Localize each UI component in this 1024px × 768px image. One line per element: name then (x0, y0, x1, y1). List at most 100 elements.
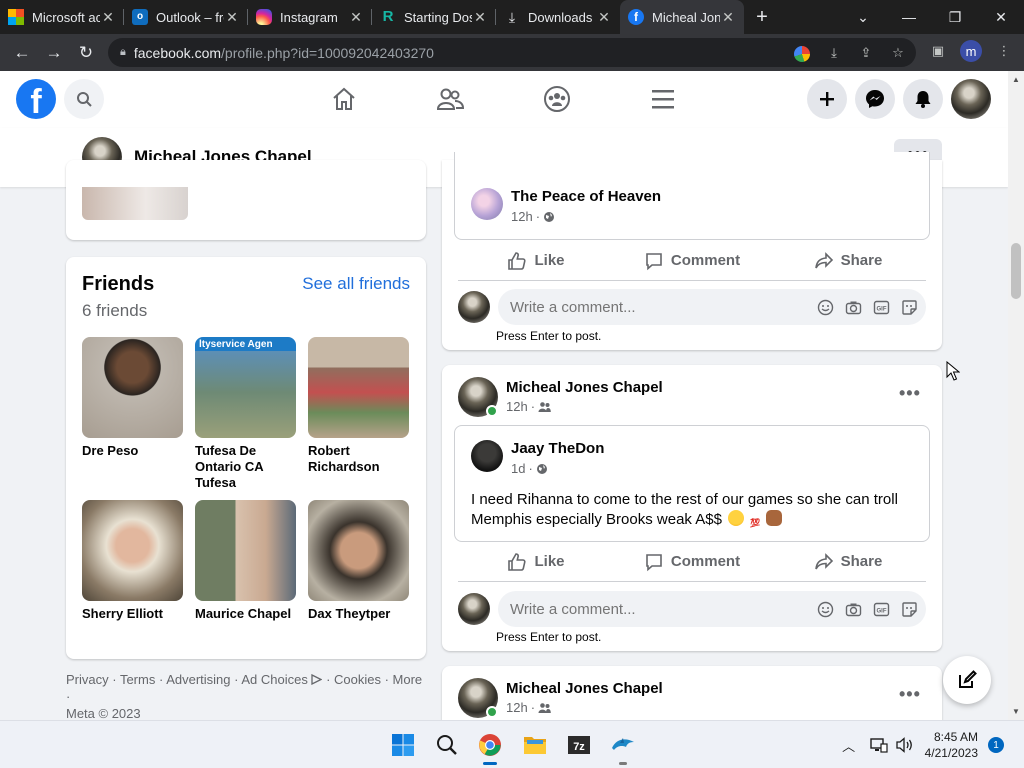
friend-name[interactable]: Sherry Elliott (82, 606, 183, 622)
shared-author-name[interactable]: Jaay TheDon (511, 440, 604, 457)
close-tab-icon[interactable]: ✕ (596, 9, 612, 26)
comment-button[interactable]: Comment (614, 542, 770, 581)
notification-badge[interactable]: 1 (988, 737, 1004, 753)
close-tab-icon[interactable]: ✕ (224, 9, 240, 26)
shared-author-name[interactable]: The Peace of Heaven (511, 188, 661, 205)
forward-icon[interactable]: → (38, 37, 70, 69)
google-lens-icon[interactable] (792, 43, 812, 63)
friend-name[interactable]: Maurice Chapel (195, 606, 296, 622)
taskbar-search-button[interactable] (431, 729, 463, 761)
close-tab-icon[interactable]: ✕ (348, 9, 364, 26)
scroll-down-arrow-icon[interactable]: ▼ (1012, 707, 1020, 716)
back-icon[interactable]: ← (6, 37, 38, 69)
close-tab-icon[interactable]: ✕ (720, 9, 736, 26)
footer-link-cookies[interactable]: Cookies (334, 672, 381, 687)
post-author-name[interactable]: Micheal Jones Chapel (506, 680, 663, 697)
start-button[interactable] (387, 729, 419, 761)
create-button[interactable] (807, 79, 847, 119)
browser-profile-avatar[interactable]: m (960, 40, 982, 62)
side-panel-icon[interactable]: ▣ (928, 41, 948, 61)
volume-icon[interactable] (893, 729, 917, 761)
post-options-button[interactable]: ••• (899, 383, 921, 404)
shared-author-avatar[interactable] (471, 188, 503, 220)
new-message-button[interactable] (943, 656, 991, 704)
shared-post-box[interactable]: Jaay TheDon 1d · I need Rihanna to come … (454, 425, 930, 542)
messenger-button[interactable] (855, 79, 895, 119)
address-bar[interactable]: 🔒︎ facebook.com/profile.php?id=100092042… (108, 38, 916, 67)
friend-photo[interactable] (308, 337, 409, 438)
like-button[interactable]: Like (458, 241, 614, 280)
camera-icon[interactable] (844, 298, 862, 316)
post-author-name[interactable]: Micheal Jones Chapel (506, 379, 663, 396)
notifications-button[interactable] (903, 79, 943, 119)
install-app-icon[interactable]: ⤓ (824, 43, 844, 63)
footer-link-advertising[interactable]: Advertising (166, 672, 230, 687)
share-button[interactable]: Share (770, 542, 926, 581)
shared-post-time[interactable]: 1d (511, 461, 525, 476)
facebook-logo[interactable]: f (16, 79, 56, 119)
camera-icon[interactable] (844, 600, 862, 618)
gif-icon[interactable]: GIF (872, 600, 890, 618)
comment-button[interactable]: Comment (614, 241, 770, 280)
nav-friends[interactable] (434, 83, 466, 115)
close-tab-icon[interactable]: ✕ (472, 9, 488, 26)
shared-author-avatar[interactable] (471, 440, 503, 472)
post-options-button[interactable]: ••• (899, 684, 921, 705)
friend-photo[interactable] (82, 500, 183, 601)
shared-post-box[interactable]: The Peace of Heaven 12h · (454, 152, 930, 240)
search-button[interactable] (64, 79, 104, 119)
taskbar-dolphin-app[interactable] (607, 729, 639, 765)
nav-groups[interactable] (541, 83, 573, 115)
share-button[interactable]: Share (770, 241, 926, 280)
footer-link-terms[interactable]: Terms (120, 672, 155, 687)
emoji-icon[interactable] (816, 298, 834, 316)
friend-name[interactable]: Dax Theytper (308, 606, 409, 622)
bookmark-star-icon[interactable]: ☆ (888, 43, 908, 63)
tab-downloads[interactable]: ⤓ Downloads ✕ (496, 0, 620, 34)
sticker-icon[interactable] (900, 298, 918, 316)
tab-starting-dosage[interactable]: R Starting Dosage ✕ (372, 0, 496, 34)
see-all-friends-link[interactable]: See all friends (302, 274, 410, 294)
friend-photo[interactable] (82, 337, 183, 438)
photo-thumbnail[interactable] (82, 187, 188, 220)
tab-outlook[interactable]: o Outlook – free ✕ (124, 0, 248, 34)
page-scrollbar[interactable]: ▲ ▼ (1008, 71, 1024, 720)
account-avatar[interactable] (951, 79, 991, 119)
friend-tile[interactable]: ltyservice Agen Tufesa De Ontario CA Tuf… (195, 337, 296, 491)
close-window-button[interactable]: ✕ (978, 0, 1024, 34)
tab-search-icon[interactable]: ⌄ (840, 0, 886, 34)
friend-photo[interactable]: ltyservice Agen (195, 337, 296, 438)
friend-photo[interactable] (195, 500, 296, 601)
friend-tile[interactable]: Dre Peso (82, 337, 183, 459)
taskbar-file-explorer[interactable] (519, 729, 551, 761)
taskbar-chrome[interactable] (474, 729, 506, 765)
friend-photo[interactable] (308, 500, 409, 601)
friend-tile[interactable]: Sherry Elliott (82, 500, 183, 622)
commenter-avatar[interactable] (458, 593, 490, 625)
friend-tile[interactable]: Dax Theytper (308, 500, 409, 622)
footer-link-more[interactable]: More (393, 672, 423, 687)
shared-post-time[interactable]: 12h (511, 209, 533, 224)
tab-microsoft[interactable]: Microsoft account ✕ (0, 0, 124, 34)
like-button[interactable]: Like (458, 542, 614, 581)
friend-name[interactable]: Robert Richardson (308, 443, 409, 475)
tab-instagram[interactable]: Instagram ✕ (248, 0, 372, 34)
gif-icon[interactable]: GIF (872, 298, 890, 316)
share-icon[interactable]: ⇪ (856, 43, 876, 63)
nav-home[interactable] (328, 83, 360, 115)
friends-title[interactable]: Friends (82, 273, 154, 296)
restore-button[interactable]: ❐ (932, 0, 978, 34)
footer-link-ad-choices[interactable]: Ad Choices (241, 672, 307, 687)
show-hidden-icons-chevron-icon[interactable]: ︿ (837, 729, 861, 761)
sticker-icon[interactable] (900, 600, 918, 618)
network-icon[interactable] (867, 729, 891, 761)
friend-tile[interactable]: Maurice Chapel (195, 500, 296, 622)
friend-tile[interactable]: Robert Richardson (308, 337, 409, 475)
post-time[interactable]: 12h (506, 399, 528, 414)
close-tab-icon[interactable]: ✕ (100, 9, 116, 26)
post-time[interactable]: 12h (506, 700, 528, 715)
friend-name[interactable]: Tufesa De Ontario CA Tufesa (195, 443, 296, 491)
taskbar-clock[interactable]: 8:45 AM 4/21/2023 (925, 729, 978, 761)
taskbar-7zip[interactable]: 7z (563, 729, 595, 761)
nav-menu[interactable] (647, 83, 679, 115)
